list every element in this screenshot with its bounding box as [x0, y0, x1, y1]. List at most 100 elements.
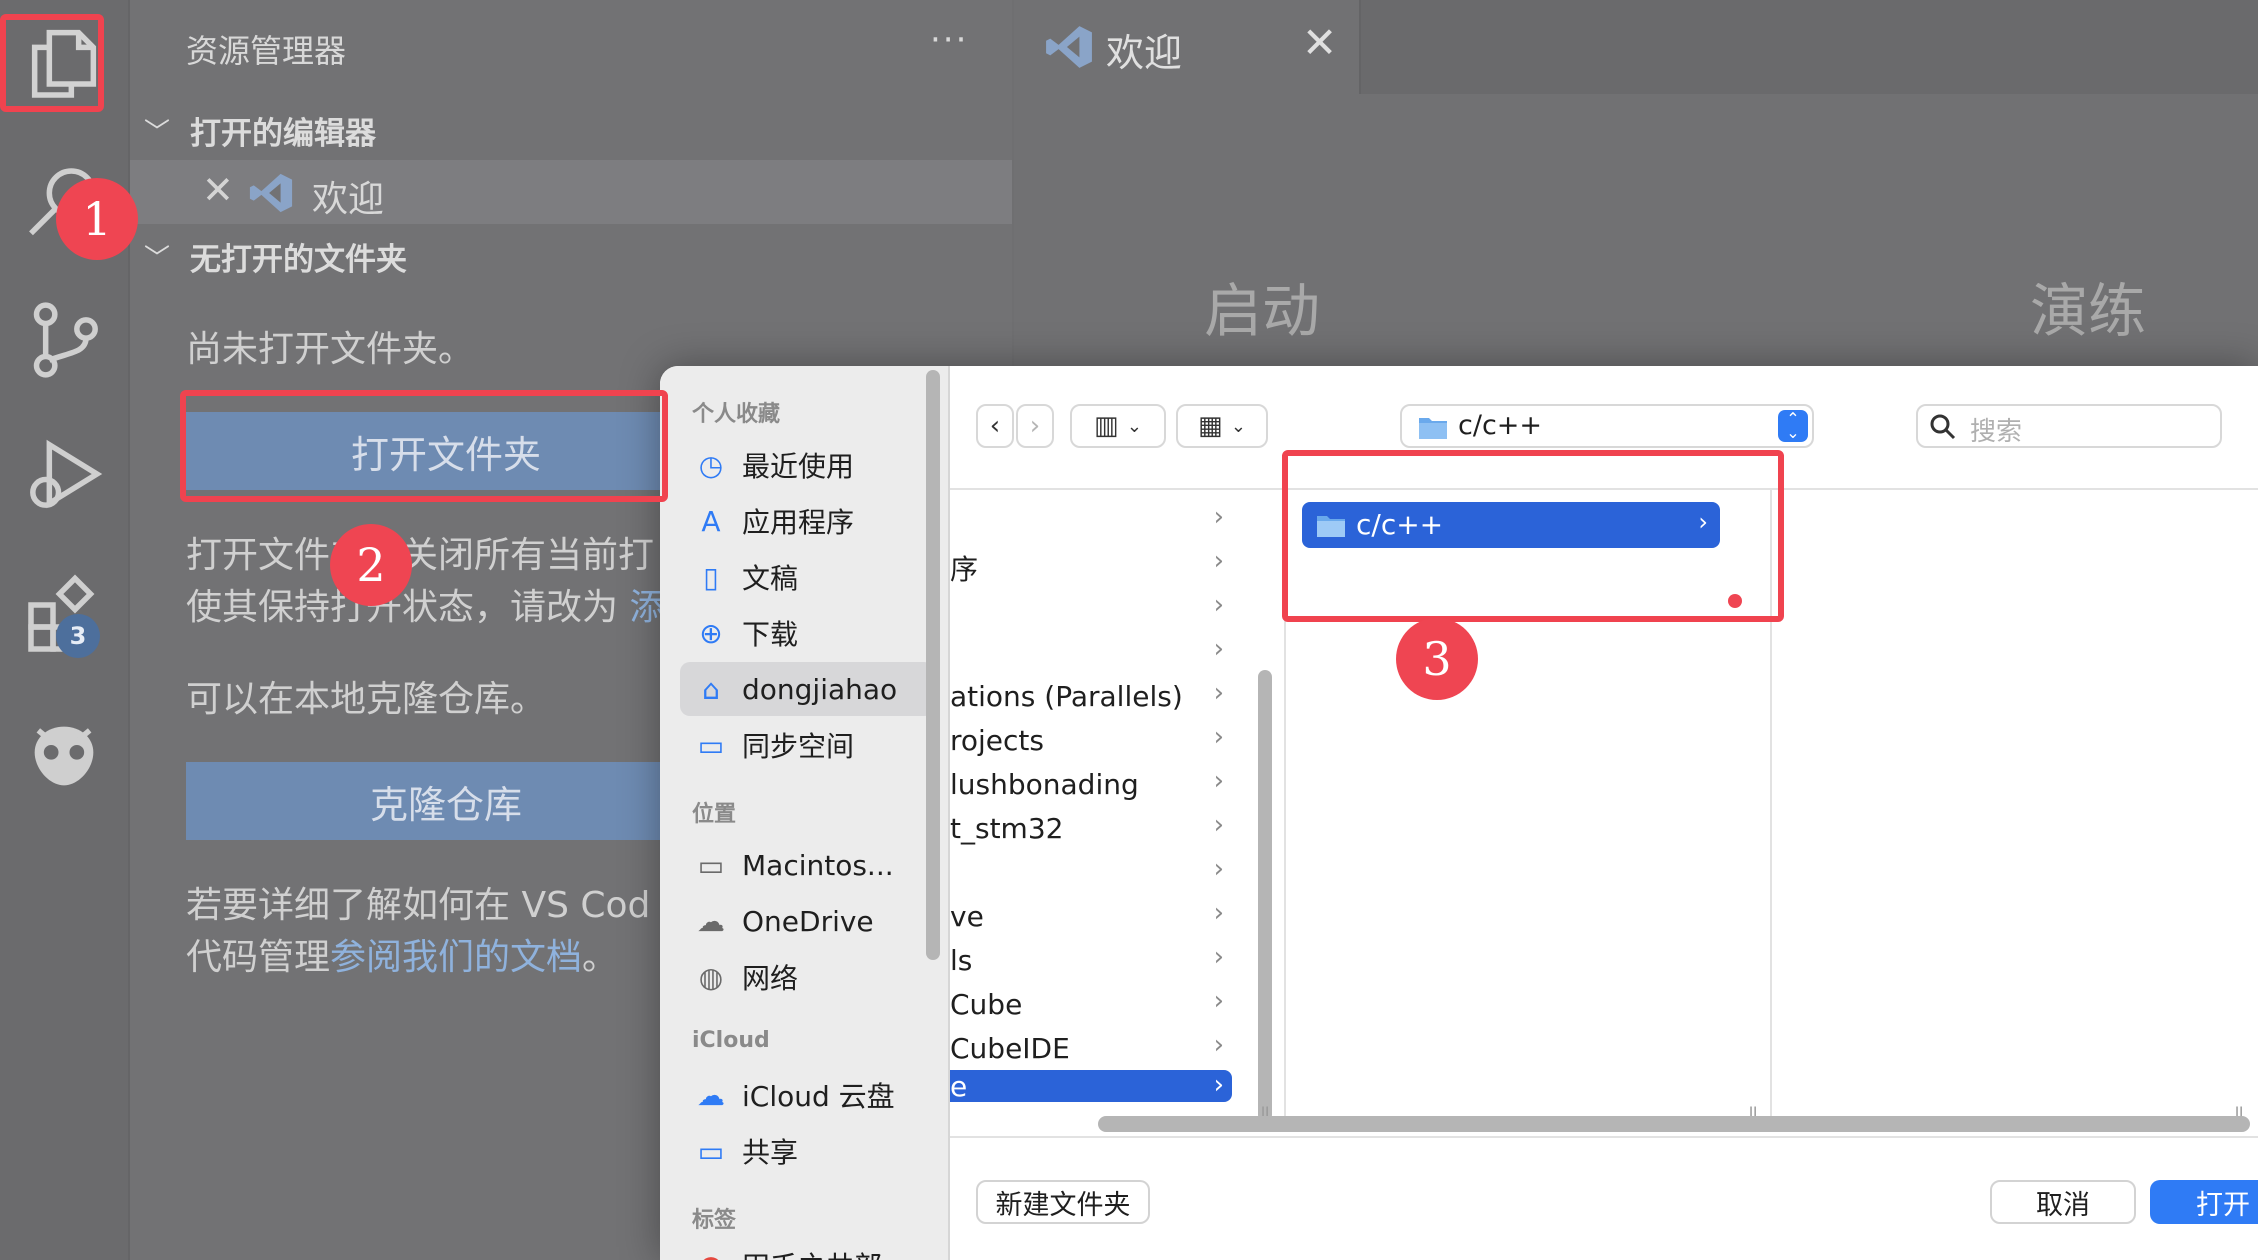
more-actions-icon[interactable]: ··· — [930, 20, 968, 60]
favorites-header: 个人收藏 — [692, 402, 781, 427]
tab-label: 欢迎 — [1106, 31, 1183, 75]
download-icon: ⊕ — [699, 616, 723, 650]
path-label: c/c++ — [1458, 410, 1543, 441]
tag-dot-icon: ● — [694, 1248, 728, 1260]
vscode-logo-icon — [249, 173, 293, 213]
clone-repo-button[interactable]: 克隆仓库 — [186, 762, 706, 840]
extensions-badge: 3 — [56, 614, 100, 658]
platformio-alien-icon[interactable] — [20, 712, 108, 800]
open-button[interactable]: 打开 — [2150, 1180, 2258, 1224]
run-debug-icon[interactable] — [20, 430, 108, 518]
sidebar-item-tag[interactable]: ●田壬之共部 — [680, 1238, 934, 1260]
column-3: || — [1772, 490, 2258, 1130]
step-2-marker: 2 — [330, 524, 412, 606]
path-popup[interactable]: c/c++ ⌃ ⌄ — [1400, 404, 1814, 448]
open-folder-note-line1: 打开文件夹将关闭所有当前打 — [186, 535, 655, 576]
icloud-header: iCloud — [692, 1028, 770, 1053]
docs-link[interactable]: 参阅我们的文档 — [330, 937, 582, 978]
sidebar-item-icloud-drive[interactable]: ☁ iCloud 云盘 — [680, 1068, 934, 1122]
list-item[interactable]: › — [950, 630, 1232, 674]
step-1-marker: 1 — [56, 178, 138, 260]
apps-icon: A — [701, 504, 721, 538]
sidebar-item-onedrive[interactable]: ☁ OneDrive — [680, 894, 934, 948]
column-1-scrollbar[interactable] — [1258, 670, 1272, 1122]
list-item[interactable]: 序 › — [950, 542, 1232, 586]
list-item[interactable]: ve › — [950, 894, 1232, 938]
dialog-sidebar: 个人收藏 ◷ 最近使用 A 应用程序 ▯ 文稿 ⊕ 下载 ⌂ dongjiahao ▭ 同步… — [660, 366, 950, 1260]
sidebar-scrollbar[interactable] — [926, 370, 940, 960]
open-editors-header: 打开的编辑器 — [190, 116, 376, 152]
close-icon[interactable]: ✕ — [202, 168, 234, 212]
view-columns-button[interactable]: ▥ ⌄ — [1070, 404, 1166, 448]
list-item[interactable]: Cube › — [950, 982, 1232, 1026]
grid-icon: ▦ — [1198, 411, 1223, 441]
sidebar-item-documents[interactable]: ▯ 文稿 — [680, 550, 934, 604]
chevron-down-icon: ﹀ — [144, 118, 171, 148]
sidebar-item-recents[interactable]: ◷ 最近使用 — [680, 438, 934, 492]
sidebar-item-applications[interactable]: A 应用程序 — [680, 494, 934, 548]
open-editor-label: 欢迎 — [312, 179, 385, 220]
list-item-selected[interactable]: e › — [950, 1070, 1232, 1102]
annotation-dot — [1728, 594, 1742, 608]
highlight-open-folder — [180, 390, 668, 502]
list-item[interactable]: › — [950, 498, 1232, 542]
open-editor-item[interactable]: ✕ 欢迎 — [130, 160, 1012, 224]
list-item[interactable]: ls › — [950, 938, 1232, 982]
clone-text: 可以在本地克隆仓库。 — [186, 679, 547, 720]
list-item[interactable]: ations (Parallels) › — [950, 674, 1232, 718]
chevron-down-icon: ⌄ — [1126, 415, 1142, 437]
chevron-down-icon: ﹀ — [144, 244, 171, 274]
explorer-title: 资源管理器 — [186, 32, 347, 70]
search-icon — [1930, 414, 1956, 440]
list-item[interactable]: lushbonading › — [950, 762, 1232, 806]
highlight-explorer — [0, 14, 104, 112]
locations-header: 位置 — [692, 802, 737, 827]
source-control-icon[interactable] — [20, 296, 108, 384]
back-button[interactable]: ‹ — [976, 404, 1014, 448]
no-folder-section[interactable]: ﹀ 无打开的文件夹 — [144, 234, 407, 279]
open-folder-note-line2: 使其保持打开状态，请改为 添 — [186, 587, 666, 628]
cancel-button[interactable]: 取消 — [1990, 1180, 2136, 1224]
sidebar-item-network[interactable]: ◍ 网络 — [680, 950, 934, 1004]
list-item[interactable]: CubeIDE › — [950, 1026, 1232, 1070]
no-folder-text: 尚未打开文件夹。 — [186, 329, 475, 370]
sidebar-item-home[interactable]: ⌂ dongjiahao — [680, 662, 934, 716]
group-button[interactable]: ▦ ⌄ — [1176, 404, 1268, 448]
list-item[interactable]: rojects › — [950, 718, 1232, 762]
new-folder-button[interactable]: 新建文件夹 — [976, 1180, 1150, 1224]
open-editors-section[interactable]: ﹀ 打开的编辑器 — [144, 108, 376, 153]
search-field[interactable]: 搜索 — [1916, 404, 2222, 448]
home-icon: ⌂ — [702, 672, 720, 706]
horizontal-scrollbar[interactable] — [1098, 1116, 2250, 1132]
chevron-down-icon: ⌄ — [1230, 415, 1246, 437]
list-item[interactable]: › — [950, 586, 1232, 630]
close-icon[interactable]: ✕ — [1302, 18, 1337, 67]
sidebar-item-downloads[interactable]: ⊕ 下载 — [680, 606, 934, 660]
step-3-marker: 3 — [1396, 618, 1478, 700]
forward-button[interactable]: › — [1016, 404, 1054, 448]
stepper-icon: ⌃ ⌄ — [1778, 410, 1808, 442]
clock-icon: ◷ — [698, 448, 724, 482]
columns-view-icon: ▥ — [1094, 411, 1119, 441]
sidebar-item-macintosh-hd[interactable]: ▭ Macintos... — [680, 838, 934, 892]
list-item[interactable]: › — [950, 850, 1232, 894]
document-icon: ▯ — [703, 560, 719, 594]
divider — [950, 1136, 2258, 1138]
column-1: › 序 › › › ations (Parallels) › rojects › lu… — [950, 490, 1286, 1130]
vscode-logo-icon — [1046, 26, 1092, 68]
cloud-icon: ☁ — [697, 1078, 725, 1112]
sidebar-item-sync-space[interactable]: ▭ 同步空间 — [680, 718, 934, 772]
sidebar-item-shared[interactable]: ▭ 共享 — [680, 1124, 934, 1178]
globe-icon: ◍ — [698, 960, 724, 994]
list-item[interactable]: t_stm32 › — [950, 806, 1232, 850]
start-heading: 启动 — [1204, 277, 1321, 345]
tab-welcome[interactable]: 欢迎 ✕ — [1014, 0, 1361, 94]
tags-header: 标签 — [692, 1208, 737, 1233]
folder-icon — [1419, 418, 1447, 439]
docs-line2: 代码管理参阅我们的文档。 — [186, 937, 619, 978]
editor-tab-bar: 欢迎 ✕ — [1014, 0, 2258, 94]
search-placeholder: 搜索 — [1970, 417, 2023, 447]
cloud-icon: ☁ — [697, 904, 725, 938]
docs-line1: 若要详细了解如何在 VS Cod — [186, 885, 651, 926]
highlight-folder-selection — [1282, 450, 1784, 622]
